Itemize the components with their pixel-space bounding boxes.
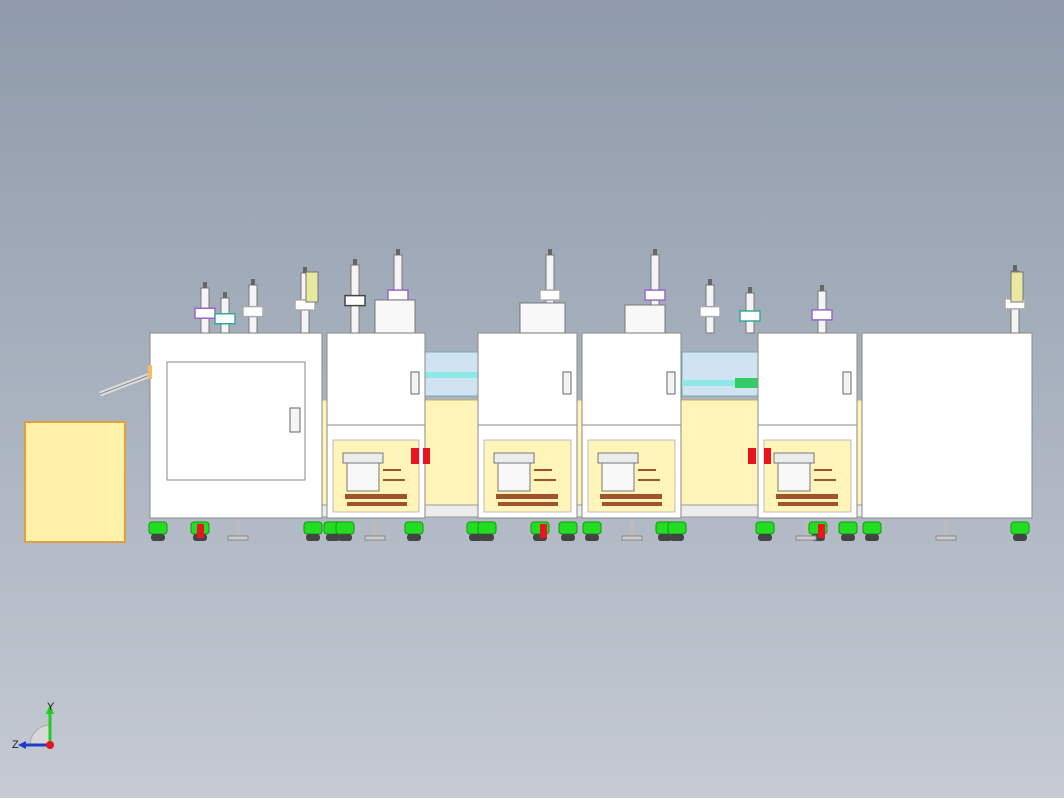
caster: [838, 521, 858, 541]
leveling-foot: [227, 520, 249, 541]
cylinder-housing: [374, 299, 416, 334]
caster: [477, 521, 497, 541]
tool-tower: [242, 279, 264, 334]
signal-tower-icon: [1010, 271, 1024, 303]
casters: [148, 520, 1030, 541]
caster: [303, 521, 323, 541]
caster: [582, 521, 602, 541]
z-axis-label: Z: [12, 739, 19, 751]
caster: [148, 521, 168, 541]
tool-tower: [699, 279, 721, 334]
axis-triad: Y Z: [12, 701, 55, 751]
cad-viewport[interactable]: Y Z: [0, 0, 1064, 798]
leveling-foot: [935, 520, 957, 541]
caster: [862, 521, 882, 541]
cylinder-housing: [624, 304, 666, 334]
tool-tower: [344, 259, 366, 334]
station-2[interactable]: [477, 332, 578, 519]
caster: [667, 521, 687, 541]
y-axis-label: Y: [47, 701, 55, 713]
door-handle-icon[interactable]: [410, 371, 420, 395]
tool-tower: [739, 287, 761, 334]
caster: [558, 521, 578, 541]
station-4[interactable]: [748, 332, 858, 519]
cabinet-door[interactable]: [166, 361, 306, 481]
door-handle-icon[interactable]: [562, 371, 572, 395]
station-1[interactable]: [326, 332, 430, 519]
caster: [755, 521, 775, 541]
tool-tower: [194, 282, 216, 334]
stopper-block: [818, 524, 825, 538]
signal-tower-icon: [305, 271, 319, 303]
door-handle-icon[interactable]: [842, 371, 852, 395]
leveling-foot: [364, 520, 386, 541]
tool-tower: [811, 285, 833, 334]
cylinder-housing: [519, 302, 566, 334]
tool-tower: [214, 292, 236, 334]
stopper-block: [197, 524, 204, 538]
leveling-foot: [621, 520, 643, 541]
infeed-box: [24, 421, 126, 543]
x-axis-icon: [46, 741, 54, 749]
caster: [404, 521, 424, 541]
station-3[interactable]: [581, 332, 682, 519]
stopper-block: [540, 524, 547, 538]
caster: [335, 521, 355, 541]
door-handle-icon[interactable]: [666, 371, 676, 395]
unload-cabinet[interactable]: [148, 332, 323, 519]
caster: [1010, 521, 1030, 541]
top-tooling: [194, 249, 1026, 334]
end-cabinet[interactable]: [861, 332, 1033, 519]
door-handle-icon[interactable]: [289, 407, 301, 433]
